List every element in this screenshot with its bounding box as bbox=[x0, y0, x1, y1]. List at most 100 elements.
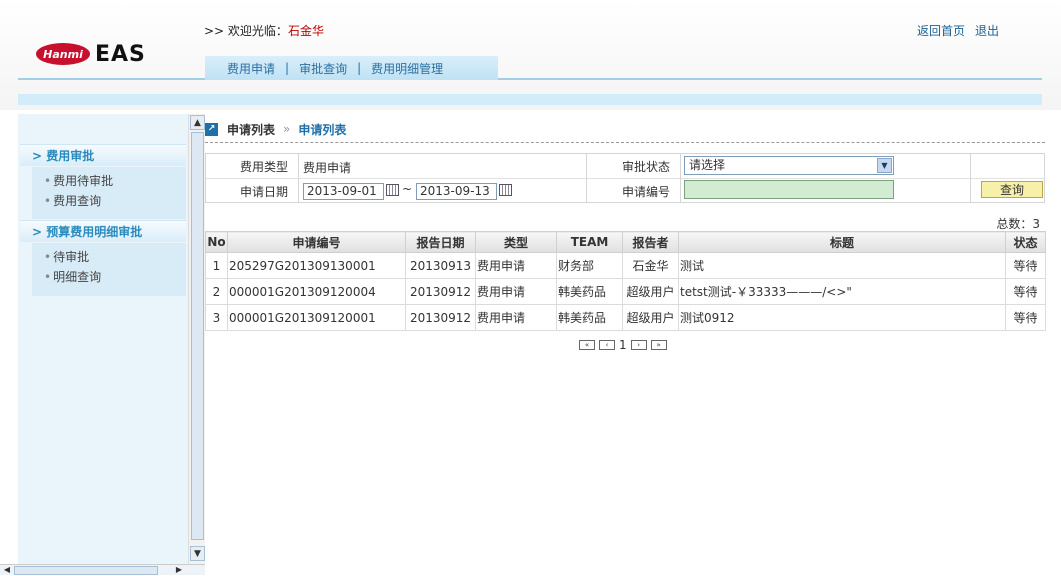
sub-nav-bar bbox=[18, 94, 1042, 105]
tab-approval-query[interactable]: 审批查询 bbox=[299, 60, 347, 77]
col-header-title[interactable]: 标题 bbox=[678, 231, 1006, 253]
cell-date: 20130912 bbox=[405, 278, 476, 305]
home-link[interactable]: 返回首页 bbox=[917, 22, 965, 39]
table-header-row: No 申请编号 报告日期 类型 TEAM 报告者 标题 状态 bbox=[205, 231, 1046, 253]
breadcrumb: ↗ 申请列表 » 申请列表 bbox=[205, 120, 346, 138]
tab-separator: | bbox=[357, 61, 362, 75]
current-page: 1 bbox=[619, 338, 627, 352]
table-row[interactable]: 3 000001G201309120001 20130912 费用申请 韩美药品… bbox=[205, 304, 1046, 331]
approval-status-select[interactable]: 请选择 ▼ bbox=[684, 156, 894, 175]
sidebar-group-expense-approval[interactable]: > 费用审批 bbox=[20, 144, 186, 166]
pagination: « ‹ 1 › » bbox=[579, 338, 667, 352]
filter-col-divider bbox=[298, 154, 299, 202]
col-header-team[interactable]: TEAM bbox=[556, 231, 623, 253]
header-divider bbox=[18, 78, 1042, 80]
apply-code-input[interactable] bbox=[684, 180, 894, 199]
expense-type-value: 费用申请 bbox=[303, 161, 352, 175]
cell-no: 2 bbox=[205, 278, 228, 305]
hanmi-logo-mark: Hanmi bbox=[36, 43, 90, 65]
sidebar-group-budget-approval[interactable]: > 预算费用明细审批 bbox=[20, 220, 186, 242]
breadcrumb-level1[interactable]: 申请列表 bbox=[227, 121, 275, 138]
logout-link[interactable]: 退出 bbox=[975, 22, 999, 39]
filter-panel: 费用类型 费用申请 审批状态 请选择 ▼ 申请日期 2013-09-01 ~ 2… bbox=[205, 153, 1045, 203]
cell-title[interactable]: 测试 bbox=[678, 252, 1006, 279]
total-count: 总数：3 bbox=[996, 217, 1040, 231]
table-row[interactable]: 2 000001G201309120004 20130912 费用申请 韩美药品… bbox=[205, 278, 1046, 305]
scroll-up-icon[interactable]: ▲ bbox=[190, 115, 205, 130]
date-from-field[interactable]: 2013-09-01 bbox=[303, 183, 384, 200]
col-header-date[interactable]: 报告日期 bbox=[405, 231, 476, 253]
cell-no: 1 bbox=[205, 252, 228, 279]
last-page-icon[interactable]: » bbox=[650, 340, 667, 350]
approval-status-value: 请选择 bbox=[689, 158, 726, 172]
cell-code[interactable]: 205297G201309130001 bbox=[227, 252, 406, 279]
sidebar-item-label: 明细查询 bbox=[53, 270, 102, 284]
calendar-icon[interactable] bbox=[386, 184, 399, 196]
sidebar-group-items: • 费用待审批 • 费用查询 bbox=[32, 167, 186, 219]
logo: Hanmi EAS bbox=[36, 40, 146, 68]
filter-col-divider bbox=[680, 154, 681, 202]
col-header-reporter[interactable]: 报告者 bbox=[622, 231, 679, 253]
bullet-icon: • bbox=[44, 250, 52, 264]
tab-expense-detail[interactable]: 费用明细管理 bbox=[371, 60, 443, 77]
apply-code-label: 申请编号 bbox=[621, 185, 670, 199]
cell-title[interactable]: tetst测试-￥33333———/<>" bbox=[678, 278, 1006, 305]
scroll-down-icon[interactable]: ▼ bbox=[190, 546, 205, 561]
cell-no: 3 bbox=[205, 304, 228, 331]
cell-code[interactable]: 000001G201309120004 bbox=[227, 278, 406, 305]
breadcrumb-divider bbox=[205, 142, 1045, 143]
scroll-right-icon[interactable]: ▶ bbox=[172, 565, 186, 576]
top-links: 返回首页 退出 bbox=[917, 22, 999, 39]
main-content: ↗ 申请列表 » 申请列表 费用类型 费用申请 审批状态 请选择 ▼ 申请日期 … bbox=[205, 114, 1050, 575]
breadcrumb-level2: 申请列表 bbox=[298, 122, 347, 137]
sidebar: > 费用审批 • 费用待审批 • 费用查询 > 预算费用明细审批 • 待审批 • 明细查… bbox=[18, 114, 188, 564]
sidebar-item-expense-query[interactable]: • 费用查询 bbox=[32, 191, 186, 211]
scroll-thumb[interactable] bbox=[14, 566, 158, 575]
cell-code[interactable]: 000001G201309120001 bbox=[227, 304, 406, 331]
application-table: No 申请编号 报告日期 类型 TEAM 报告者 标题 状态 1 205297G… bbox=[205, 231, 1046, 331]
filter-col-divider bbox=[970, 154, 971, 202]
date-to-field[interactable]: 2013-09-13 bbox=[416, 183, 497, 200]
col-header-no: No bbox=[205, 231, 228, 253]
col-header-code[interactable]: 申请编号 bbox=[227, 231, 406, 253]
welcome-prefix: >> 欢迎光临： bbox=[204, 24, 288, 38]
cell-reporter: 超级用户 bbox=[622, 304, 679, 331]
sidebar-item-pending-expense[interactable]: • 费用待审批 bbox=[32, 171, 186, 191]
cell-type: 费用申请 bbox=[475, 304, 557, 331]
col-header-status[interactable]: 状态 bbox=[1005, 231, 1046, 253]
calendar-icon[interactable] bbox=[499, 184, 512, 196]
app-name: EAS bbox=[95, 41, 146, 67]
bullet-icon: • bbox=[44, 270, 52, 284]
tab-separator: | bbox=[285, 61, 290, 75]
bullet-icon: • bbox=[44, 194, 52, 208]
sidebar-horizontal-scrollbar[interactable]: ◀ ▶ bbox=[0, 564, 205, 575]
cell-status: 等待 bbox=[1005, 252, 1046, 279]
cell-team: 财务部 bbox=[556, 252, 623, 279]
date-range-separator: ~ bbox=[402, 182, 413, 196]
cell-reporter: 石金华 bbox=[622, 252, 679, 279]
cell-status: 等待 bbox=[1005, 304, 1046, 331]
sidebar-item-detail-query[interactable]: • 明细查询 bbox=[32, 267, 186, 287]
main-nav: 费用申请 | 审批查询 | 费用明细管理 bbox=[205, 56, 498, 80]
first-page-icon[interactable]: « bbox=[579, 340, 595, 350]
prev-page-icon[interactable]: ‹ bbox=[599, 340, 615, 350]
list-icon: ↗ bbox=[205, 122, 218, 136]
bullet-icon: • bbox=[44, 174, 52, 188]
chevron-down-icon[interactable]: ▼ bbox=[877, 158, 892, 173]
col-header-type[interactable]: 类型 bbox=[475, 231, 557, 253]
approval-status-label: 审批状态 bbox=[621, 160, 670, 174]
table-row[interactable]: 1 205297G201309130001 20130913 费用申请 财务部 … bbox=[205, 252, 1046, 279]
scroll-left-icon[interactable]: ◀ bbox=[0, 565, 14, 576]
cell-title[interactable]: 测试0912 bbox=[678, 304, 1006, 331]
sidebar-item-pending[interactable]: • 待审批 bbox=[32, 247, 186, 267]
cell-status: 等待 bbox=[1005, 278, 1046, 305]
cell-type: 费用申请 bbox=[475, 252, 557, 279]
sidebar-group-items: • 待审批 • 明细查询 bbox=[32, 243, 186, 296]
query-button[interactable]: 查询 bbox=[981, 181, 1043, 198]
sidebar-vertical-scrollbar[interactable]: ▲ ▼ bbox=[188, 114, 205, 564]
tab-expense-apply[interactable]: 费用申请 bbox=[227, 60, 275, 77]
sidebar-item-label: 费用待审批 bbox=[53, 174, 114, 188]
filter-row-divider bbox=[206, 178, 1044, 179]
sidebar-item-label: 待审批 bbox=[53, 250, 90, 264]
next-page-icon[interactable]: › bbox=[630, 340, 647, 350]
